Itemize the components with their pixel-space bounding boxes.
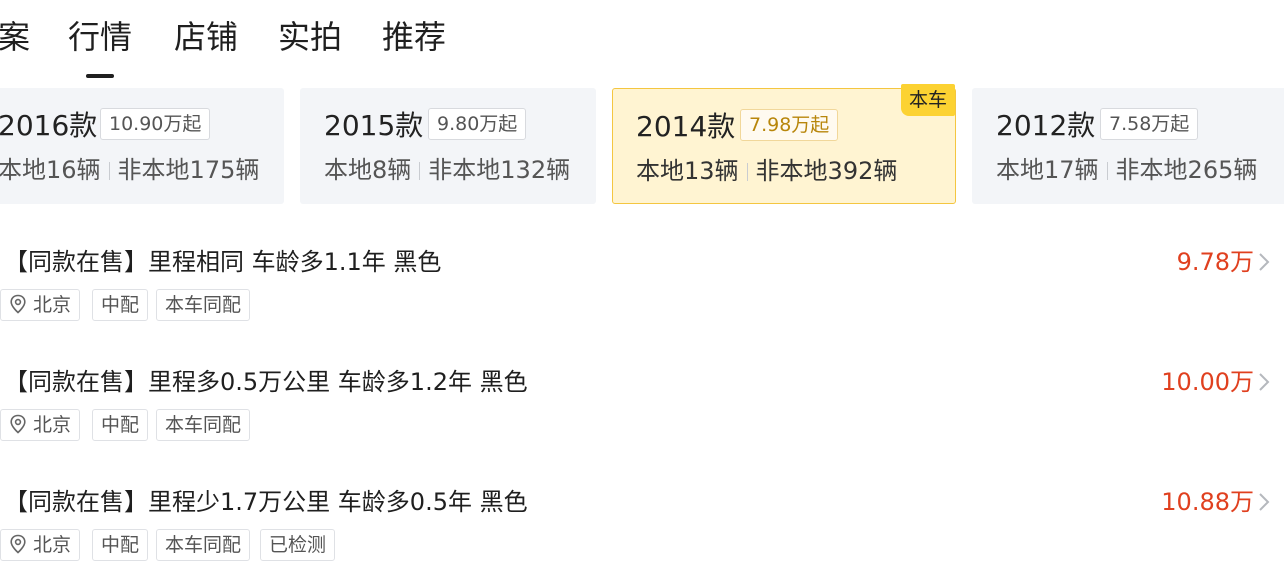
- listing-title: 【同款在售】里程多0.5万公里 车龄多1.2年 黑色: [4, 368, 528, 396]
- local-count: 本地17辆: [996, 156, 1099, 184]
- listing-price: 9.78万: [1176, 248, 1254, 276]
- tag-location: 北京: [0, 289, 81, 321]
- nonlocal-count: 非本地132辆: [428, 156, 571, 184]
- listing-title: 【同款在售】里程相同 车龄多1.1年 黑色: [4, 248, 442, 276]
- tag-same-config: 本车同配: [156, 289, 251, 321]
- divider: [1106, 162, 1108, 180]
- tag-location: 北京: [0, 529, 81, 561]
- tag-location: 北京: [0, 409, 81, 441]
- tag-trim: 中配: [92, 289, 149, 321]
- nonlocal-count: 非本地265辆: [1115, 156, 1258, 184]
- year-label: 2015款: [324, 109, 424, 142]
- listing-item[interactable]: 【同款在售】里程相同 车龄多1.1年 黑色 9.78万 北京 中配 本车同配: [0, 245, 1284, 355]
- tab-plan[interactable]: 案: [0, 16, 30, 58]
- year-label: 2014款: [636, 110, 736, 143]
- nonlocal-count: 非本地175辆: [117, 156, 260, 184]
- tag-trim: 中配: [92, 409, 149, 441]
- tab-stores[interactable]: 店铺: [174, 16, 238, 58]
- tag-same-config: 本车同配: [156, 529, 251, 561]
- location-pin-icon: [10, 294, 26, 314]
- year-card-2012[interactable]: 2012款 7.58万起 本地17辆 非本地265辆: [972, 88, 1284, 204]
- local-count: 本地13辆: [636, 157, 739, 185]
- chevron-right-icon: [1259, 253, 1270, 271]
- location-pin-icon: [10, 414, 26, 434]
- tab-recommend[interactable]: 推荐: [382, 16, 446, 58]
- chevron-right-icon: [1259, 373, 1270, 391]
- year-price: 7.58万起: [1100, 108, 1199, 140]
- year-price: 9.80万起: [428, 108, 527, 140]
- divider: [108, 162, 110, 180]
- tab-bar: 案 行情 店铺 实拍 推荐: [0, 0, 1284, 80]
- year-counts: 本地16辆 非本地175辆: [0, 154, 259, 186]
- local-count: 本地8辆: [324, 156, 412, 184]
- current-car-badge: 本车: [901, 84, 955, 116]
- nonlocal-count: 非本地392辆: [755, 157, 898, 185]
- tab-market[interactable]: 行情: [68, 16, 132, 58]
- divider: [419, 162, 421, 180]
- listing-item[interactable]: 【同款在售】里程少1.7万公里 车龄多0.5年 黑色 10.88万 北京 中配 …: [0, 485, 1284, 564]
- listing-price: 10.88万: [1161, 488, 1254, 516]
- year-label: 2012款: [996, 109, 1096, 142]
- tag-label: 北京: [33, 414, 72, 436]
- year-price: 7.98万起: [740, 109, 839, 141]
- year-card-2015[interactable]: 2015款 9.80万起 本地8辆 非本地132辆: [300, 88, 596, 204]
- year-card-2014-current[interactable]: 本车 2014款 7.98万起 本地13辆 非本地392辆: [612, 84, 956, 204]
- chevron-right-icon: [1259, 493, 1270, 511]
- year-counts: 本地8辆 非本地132辆: [324, 154, 570, 186]
- location-pin-icon: [10, 534, 26, 554]
- tag-same-config: 本车同配: [156, 409, 251, 441]
- listing-item[interactable]: 【同款在售】里程多0.5万公里 车龄多1.2年 黑色 10.00万 北京 中配 …: [0, 365, 1284, 475]
- divider: [746, 163, 748, 181]
- tag-trim: 中配: [92, 529, 149, 561]
- tag-inspected: 已检测: [260, 529, 336, 561]
- listing-price: 10.00万: [1161, 368, 1254, 396]
- tab-photos[interactable]: 实拍: [278, 16, 342, 58]
- year-price: 10.90万起: [100, 108, 211, 140]
- tag-label: 北京: [33, 534, 72, 556]
- year-counts: 本地17辆 非本地265辆: [996, 154, 1257, 186]
- year-counts: 本地13辆 非本地392辆: [636, 155, 897, 187]
- tag-label: 北京: [33, 294, 72, 316]
- local-count: 本地16辆: [0, 156, 101, 184]
- listing-title: 【同款在售】里程少1.7万公里 车龄多0.5年 黑色: [4, 488, 528, 516]
- year-label: 2016款: [0, 109, 98, 142]
- year-card-2016[interactable]: 2016款 10.90万起 本地16辆 非本地175辆: [0, 88, 284, 204]
